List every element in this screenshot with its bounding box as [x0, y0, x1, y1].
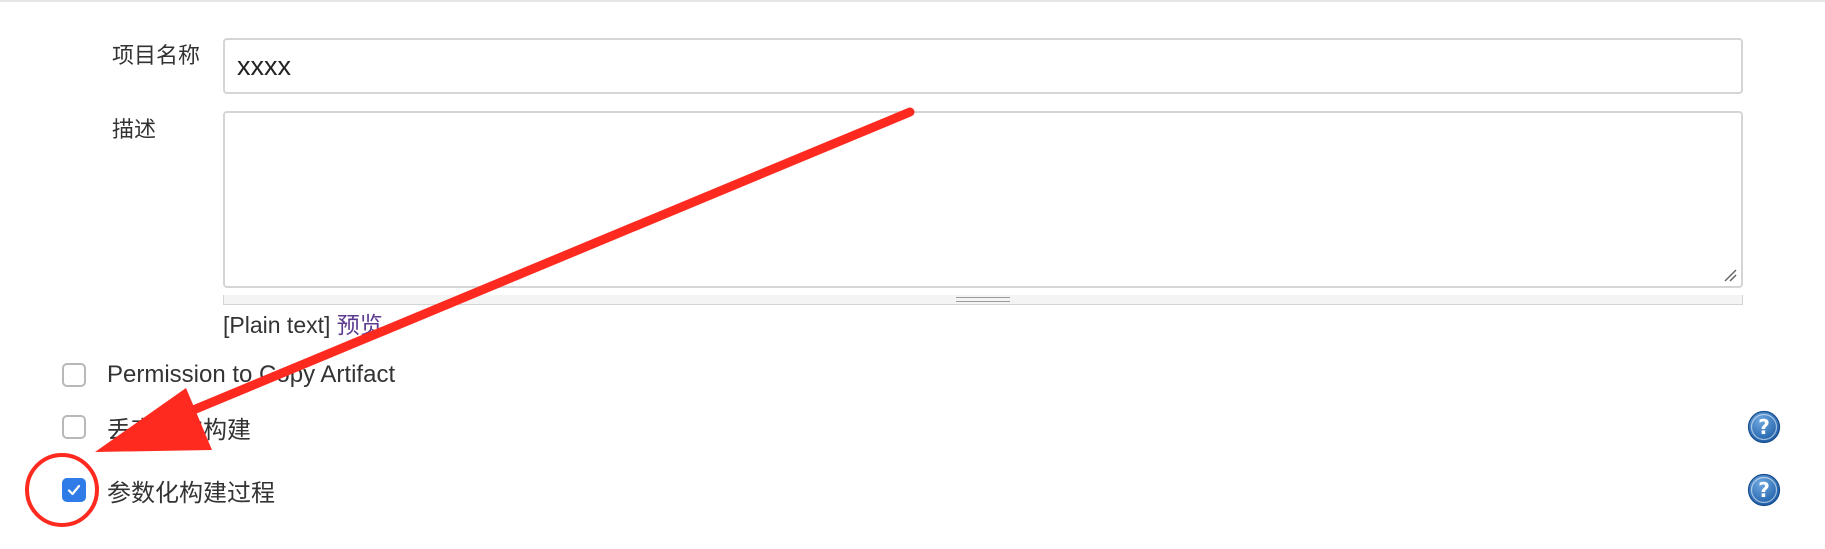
jenkins-config-page: 项目名称 描述 [Plain text] 预览 Permission to Co… [0, 0, 1825, 549]
discard-builds-label: 丢弃旧的构建 [107, 416, 251, 444]
option-row-discard-builds: 丢弃旧的构建 [62, 410, 251, 444]
option-row-copy-artifact: Permission to Copy Artifact [62, 358, 395, 392]
project-name-input[interactable] [223, 38, 1743, 94]
svg-text:?: ? [1758, 478, 1770, 502]
markup-format-line: [Plain text] 预览 [223, 306, 383, 340]
markup-format-text: [Plain text] [223, 312, 331, 338]
svg-text:?: ? [1758, 415, 1770, 439]
discard-builds-checkbox[interactable] [62, 415, 86, 439]
help-icon[interactable]: ? [1747, 410, 1781, 444]
option-row-parameterized: 参数化构建过程 [62, 473, 275, 507]
textarea-drag-handle[interactable] [223, 295, 1743, 305]
drag-grip-icon [956, 297, 1010, 302]
description-label: 描述 [112, 118, 157, 143]
description-textarea[interactable] [223, 111, 1743, 288]
help-icon[interactable]: ? [1747, 473, 1781, 507]
resize-grip-icon[interactable] [1723, 268, 1737, 282]
checkmark-icon [67, 484, 81, 496]
top-divider [0, 0, 1825, 2]
copy-artifact-checkbox[interactable] [62, 363, 86, 387]
description-wrapper [223, 111, 1743, 288]
parameterized-label: 参数化构建过程 [107, 479, 275, 507]
preview-link[interactable]: 预览 [337, 312, 383, 338]
project-name-label: 项目名称 [112, 44, 201, 69]
copy-artifact-label: Permission to Copy Artifact [107, 361, 396, 388]
parameterized-checkbox[interactable] [62, 478, 86, 502]
